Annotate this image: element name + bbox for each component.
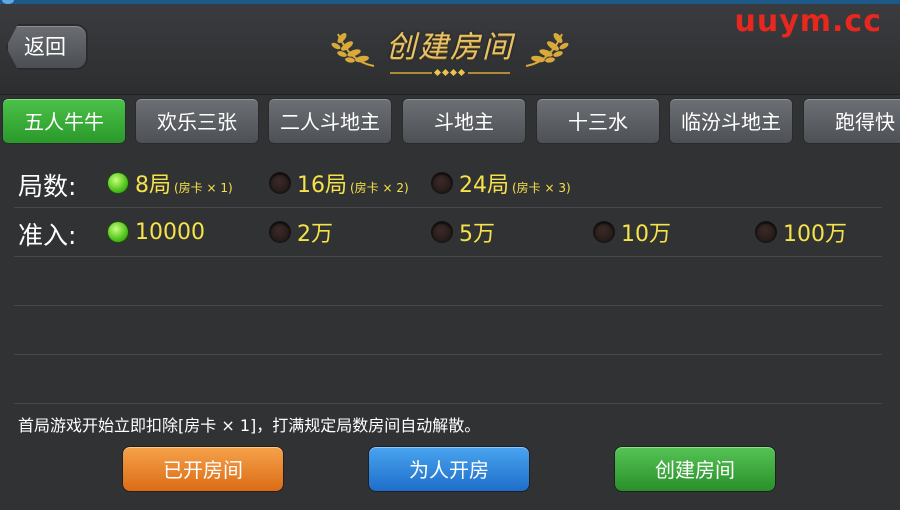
entry-option-100wan[interactable]: 100万: [756, 217, 847, 247]
tab-happy-three[interactable]: 欢乐三张: [135, 98, 259, 144]
create-room-button[interactable]: 创建房间: [614, 446, 776, 492]
entry-option-2wan[interactable]: 2万: [270, 217, 333, 247]
laurel-right-icon: [525, 33, 569, 67]
radio-unselected-icon[interactable]: [756, 222, 776, 242]
opened-rooms-button[interactable]: 已开房间: [122, 446, 284, 492]
diamond-ornament-icon: [390, 68, 510, 77]
rounds-option-24[interactable]: 24局 (房卡 × 3): [432, 168, 571, 198]
radio-unselected-icon[interactable]: [432, 173, 452, 193]
divider: [14, 256, 882, 257]
radio-selected-icon[interactable]: [108, 173, 128, 193]
status-dot-icon: [2, 0, 14, 4]
divider: [14, 354, 882, 355]
entry-option-10wan[interactable]: 10万: [594, 217, 671, 247]
tab-five-niuniu[interactable]: 五人牛牛: [2, 98, 126, 144]
radio-unselected-icon[interactable]: [594, 222, 614, 242]
rounds-option-16[interactable]: 16局 (房卡 × 2): [270, 168, 409, 198]
entry-option-5wan[interactable]: 5万: [432, 217, 495, 247]
radio-unselected-icon[interactable]: [270, 222, 290, 242]
entry-label: 准入:: [18, 221, 77, 250]
divider: [14, 305, 882, 306]
tab-paodekuai[interactable]: 跑得快: [803, 98, 900, 144]
back-button[interactable]: 返回: [6, 24, 88, 70]
open-for-others-button[interactable]: 为人开房: [368, 446, 530, 492]
options-panel: 局数: 8局 (房卡 × 1) 16局 (房卡 × 2) 24局 (房卡 × 3…: [0, 150, 900, 410]
entry-option-10000[interactable]: 10000: [108, 217, 205, 247]
title-banner: 创建房间: [330, 22, 570, 82]
rounds-label: 局数:: [18, 172, 77, 201]
rounds-option-8[interactable]: 8局 (房卡 × 1): [108, 168, 233, 198]
tab-doudizhu[interactable]: 斗地主: [402, 98, 526, 144]
radio-unselected-icon[interactable]: [432, 222, 452, 242]
divider: [14, 403, 882, 404]
game-tabs: 五人牛牛 欢乐三张 二人斗地主 斗地主 十三水 临汾斗地主 跑得快: [0, 98, 900, 146]
tab-linfen-doudizhu[interactable]: 临汾斗地主: [669, 98, 793, 144]
header-bar: 返回 创建房间 uuym.cc: [0, 0, 900, 95]
tab-thirteen-water[interactable]: 十三水: [536, 98, 660, 144]
divider: [14, 207, 882, 208]
tab-two-doudizhu[interactable]: 二人斗地主: [268, 98, 392, 144]
radio-selected-icon[interactable]: [108, 222, 128, 242]
radio-unselected-icon[interactable]: [270, 173, 290, 193]
watermark: uuym.cc: [734, 4, 882, 39]
room-card-notice: 首局游戏开始立即扣除[房卡 × 1]，打满规定局数房间自动解散。: [18, 416, 481, 435]
